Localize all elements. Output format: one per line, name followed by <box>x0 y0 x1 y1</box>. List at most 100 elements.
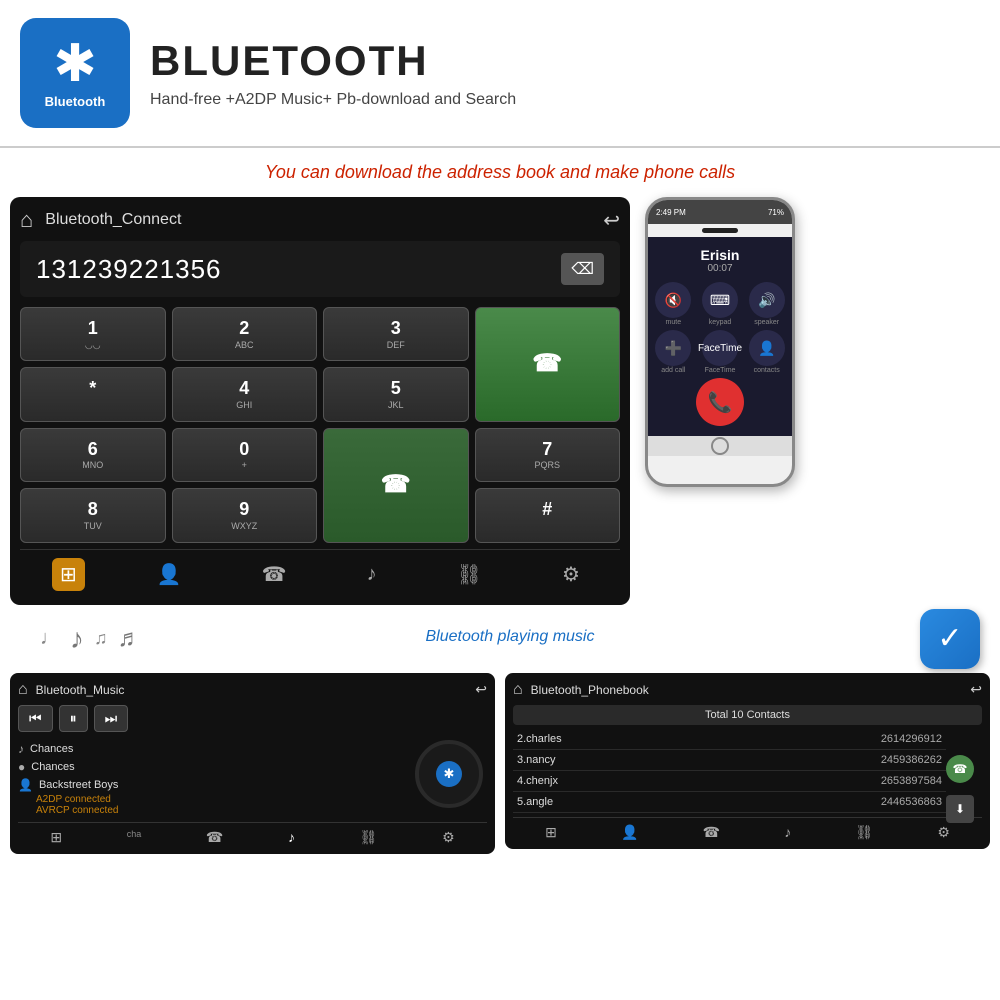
end-call-button[interactable]: 📞 <box>696 378 744 426</box>
music-bottom-nav: ⊞ cha ☎ ♪ ⛓ ⚙ <box>18 822 487 846</box>
music-nav-link[interactable]: ⛓ <box>360 829 378 846</box>
mute-label: mute <box>652 319 695 326</box>
pb-name-3: 4.chenjx <box>517 775 558 787</box>
home-icon[interactable]: ⌂ <box>20 207 33 233</box>
music-back-icon[interactable]: ↩ <box>475 681 487 698</box>
phone-display: 131239221356 ⌫ <box>20 241 620 297</box>
dial-key-0[interactable]: 0 + <box>172 428 318 482</box>
music-info-area: ♪ Chances ● Chances 👤 Backstreet Boys A2… <box>18 740 487 816</box>
pb-home-icon[interactable]: ⌂ <box>513 681 523 699</box>
music-note-1: ♩ <box>40 627 60 650</box>
pb-row-3: 4.chenjx 2653897584 <box>513 771 946 792</box>
phone-home-bar <box>648 436 792 456</box>
nav-music-button[interactable]: ♪ <box>359 559 385 590</box>
nav-link-button[interactable]: ⛓ <box>449 558 490 591</box>
facetime-label: FaceTime <box>699 367 742 374</box>
speaker-label: speaker <box>745 319 788 326</box>
track-2-icon: ● <box>18 760 25 774</box>
pb-nav-settings[interactable]: ⚙ <box>937 824 950 841</box>
music-nav-music[interactable]: ♪ <box>288 829 295 846</box>
vinyl-disc: ✱ <box>415 740 483 808</box>
dial-key-4[interactable]: 4 GHI <box>172 367 318 421</box>
phone-number: 131239221356 <box>36 254 222 285</box>
dial-key-9[interactable]: 9 WXYZ <box>172 488 318 542</box>
addcall-label: add call <box>652 367 695 374</box>
pb-nav-phone[interactable]: ☎ <box>703 824 720 841</box>
pb-row-4: 5.angle 2446536863 <box>513 792 946 813</box>
contacts-button[interactable]: 👤 <box>749 330 785 366</box>
pb-nav-person[interactable]: 👤 <box>621 824 638 841</box>
nav-phone-button[interactable]: ☎ <box>254 558 295 591</box>
screen-header: ⌂ Bluetooth_Connect ↩ <box>20 207 620 233</box>
phonebook-screen-wrapper: ⌂ Bluetooth_Phonebook ↩ Total 10 Contact… <box>505 673 990 854</box>
logo-label: Bluetooth <box>45 94 106 109</box>
dial-key-2[interactable]: 2 ABC <box>172 307 318 361</box>
pb-back-icon[interactable]: ↩ <box>970 681 982 698</box>
track-3-icon: 👤 <box>18 778 33 792</box>
bottom-section-label: Bluetooth playing music <box>353 628 666 646</box>
pb-nav-grid[interactable]: ⊞ <box>545 824 557 841</box>
music-screen-wrapper: ⌂ Bluetooth_Music ↩ ⏮ ⏸ ⏭ ♪ Chances ● Ch… <box>10 673 495 854</box>
avrcp-status: AVRCP connected <box>36 805 487 816</box>
dial-key-hash[interactable]: # <box>475 488 621 542</box>
pb-row-1: 2.charles 2614296912 <box>513 729 946 750</box>
dial-key-5[interactable]: 5 JKL <box>323 367 469 421</box>
music-nav-grid[interactable]: ⊞ <box>50 829 62 846</box>
page-title: BLUETOOTH <box>150 37 516 85</box>
home-circle-button[interactable] <box>711 437 729 455</box>
back-icon[interactable]: ↩ <box>603 208 620 233</box>
dial-key-7[interactable]: 7 PQRS <box>475 428 621 482</box>
pb-nav-link[interactable]: ⛓ <box>855 824 873 841</box>
next-button[interactable]: ⏭ <box>94 705 129 732</box>
addcall-button[interactable]: ➕ <box>655 330 691 366</box>
speaker-button[interactable]: 🔊 <box>749 282 785 318</box>
pb-bottom-nav: ⊞ 👤 ☎ ♪ ⛓ ⚙ <box>513 817 982 841</box>
dial-key-endcall[interactable]: ☎ <box>323 428 469 543</box>
prev-button[interactable]: ⏮ <box>18 705 53 732</box>
vinyl-center: ✱ <box>436 761 462 787</box>
pb-nav-music[interactable]: ♪ <box>784 824 791 841</box>
music-section-header: ♩ ♪ ♫ ♬ Bluetooth playing music ✓ <box>0 605 1000 669</box>
caller-name: Erisin <box>701 247 740 263</box>
track-1-icon: ♪ <box>18 742 24 756</box>
phonebook-screen: ⌂ Bluetooth_Phonebook ↩ Total 10 Contact… <box>505 673 990 849</box>
pb-name-1: 2.charles <box>517 733 562 745</box>
dialpad-screen: ⌂ Bluetooth_Connect ↩ 131239221356 ⌫ 1 ◡… <box>10 197 630 605</box>
music-screen-title: Bluetooth_Music <box>36 683 476 697</box>
keypad-button[interactable]: ⌨ <box>702 282 738 318</box>
dial-key-call[interactable]: ☎ <box>475 307 621 422</box>
header-info: BLUETOOTH Hand-free +A2DP Music+ Pb-down… <box>150 37 516 109</box>
dial-key-8[interactable]: 8 TUV <box>20 488 166 542</box>
music-nav-settings[interactable]: ⚙ <box>442 829 455 846</box>
pb-name-4: 5.angle <box>517 796 553 808</box>
music-nav-phone[interactable]: ☎ <box>206 829 223 846</box>
pb-number-3: 2653897584 <box>881 775 942 787</box>
phone-mockup: 2:49 PM 71% Erisin 00:07 🔇 mute ⌨ keypad <box>640 197 800 605</box>
track-1-name: Chances <box>30 743 73 755</box>
music-home-icon[interactable]: ⌂ <box>18 681 28 699</box>
music-note-3: ♫ <box>94 628 108 649</box>
pb-number-2: 2459386262 <box>881 754 942 766</box>
nav-grid-button[interactable]: ⊞ <box>52 558 85 591</box>
dial-key-6[interactable]: 6 MNO <box>20 428 166 482</box>
delete-button[interactable]: ⌫ <box>561 253 604 285</box>
phone-device: 2:49 PM 71% Erisin 00:07 🔇 mute ⌨ keypad <box>645 197 795 487</box>
facetime-button[interactable]: FaceTime <box>702 330 738 366</box>
nav-settings-button[interactable]: ⚙ <box>554 558 588 591</box>
phone-status: 2:49 PM <box>656 208 686 217</box>
nav-person-button[interactable]: 👤 <box>149 558 190 591</box>
phone-battery: 71% <box>768 208 784 217</box>
keypad-label: keypad <box>699 319 742 326</box>
dial-key-star[interactable]: * <box>20 367 166 421</box>
pb-download-button[interactable]: ⬇ <box>946 795 974 823</box>
pb-call-button[interactable]: ☎ <box>946 755 974 783</box>
mute-button[interactable]: 🔇 <box>655 282 691 318</box>
dial-key-3[interactable]: 3 DEF <box>323 307 469 361</box>
a2dp-status: A2DP connected <box>36 794 487 805</box>
dial-key-1[interactable]: 1 ◡◡ <box>20 307 166 361</box>
pause-button[interactable]: ⏸ <box>59 705 88 732</box>
screen-title: Bluetooth_Connect <box>45 211 603 229</box>
phonebook-header: Total 10 Contacts <box>513 705 982 725</box>
pb-number-4: 2446536863 <box>881 796 942 808</box>
phonebook-screen-header: ⌂ Bluetooth_Phonebook ↩ <box>513 681 982 699</box>
